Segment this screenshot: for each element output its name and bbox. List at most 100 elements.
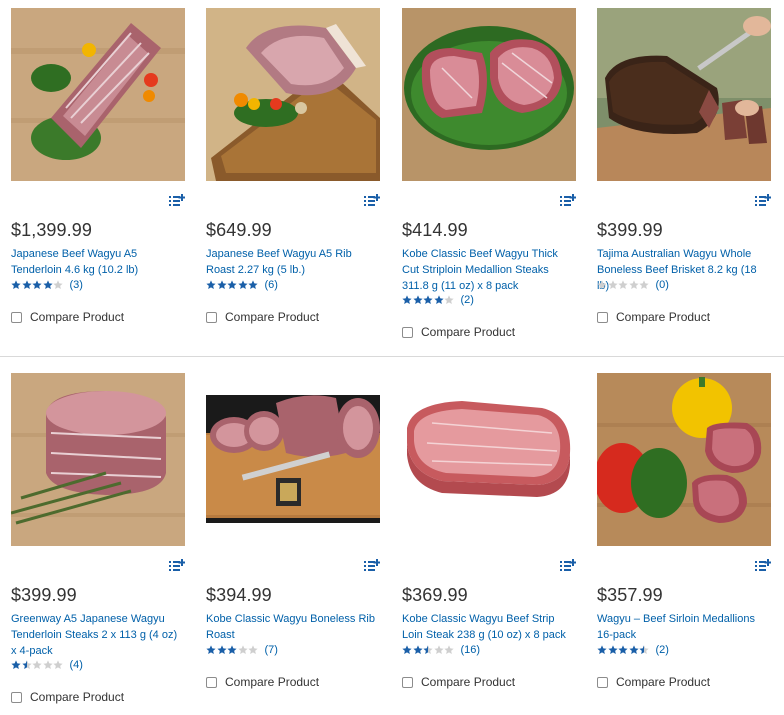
product-card: $399.99 Tajima Australian Wagyu Whole Bo… (597, 8, 772, 338)
product-image-tenderloin-steaks[interactable] (11, 373, 185, 546)
star-filled-icon (618, 645, 628, 655)
star-empty-icon (618, 280, 628, 290)
star-half-icon (423, 645, 433, 655)
product-price: $394.99 (206, 585, 272, 605)
compare-product[interactable]: Compare Product (11, 690, 124, 704)
compare-checkbox[interactable] (597, 676, 608, 688)
product-price: $1,399.99 (11, 220, 92, 240)
product-rating[interactable]: (2) (402, 294, 474, 306)
star-empty-icon (53, 280, 63, 290)
product-title[interactable]: Wagyu – Beef Sirloin Medallions 16-pack (597, 611, 771, 643)
star-empty-icon (597, 280, 607, 290)
compare-checkbox[interactable] (11, 311, 22, 323)
product-rating[interactable]: (7) (206, 644, 278, 656)
star-empty-icon (444, 295, 454, 305)
review-count[interactable]: (2) (461, 294, 474, 306)
product-image-strip-loin[interactable] (402, 373, 576, 546)
star-filled-icon (21, 280, 32, 290)
review-count[interactable]: (0) (656, 279, 669, 291)
review-count[interactable]: (2) (656, 644, 669, 656)
add-to-list-icon[interactable] (560, 194, 577, 208)
compare-product[interactable]: Compare Product (206, 675, 319, 689)
star-filled-icon (402, 645, 412, 655)
product-image-rib-roast-sliced[interactable] (206, 373, 380, 546)
review-count[interactable]: (4) (70, 659, 83, 671)
star-filled-icon (227, 645, 237, 655)
product-card: $399.99 Greenway A5 Japanese Wagyu Tende… (11, 373, 186, 713)
rating-stars (597, 645, 650, 655)
product-image-sirloin-medallions[interactable] (597, 373, 771, 546)
compare-label: Compare Product (30, 690, 125, 704)
product-image-medallions[interactable] (402, 8, 576, 181)
star-filled-icon (402, 295, 412, 305)
compare-label: Compare Product (421, 675, 516, 689)
review-count[interactable]: (6) (265, 279, 278, 291)
compare-product[interactable]: Compare Product (206, 310, 319, 324)
compare-product[interactable]: Compare Product (11, 310, 124, 324)
product-title[interactable]: Kobe Classic Wagyu Boneless Rib Roast (206, 611, 380, 643)
product-card: $1,399.99 Japanese Beef Wagyu A5 Tenderl… (11, 8, 186, 338)
rating-stars (206, 280, 259, 290)
product-title[interactable]: Kobe Classic Wagyu Beef Strip Loin Steak… (402, 611, 576, 643)
add-to-list-icon[interactable] (755, 194, 772, 208)
review-count[interactable]: (16) (461, 644, 481, 656)
product-title[interactable]: Japanese Beef Wagyu A5 Tenderloin 4.6 kg… (11, 246, 185, 278)
rating-stars (11, 660, 64, 670)
star-half-icon (21, 660, 32, 670)
product-rating[interactable]: (6) (206, 279, 278, 291)
compare-label: Compare Product (225, 675, 320, 689)
compare-label: Compare Product (421, 325, 516, 339)
product-image-tenderloin[interactable] (11, 8, 185, 181)
row-divider (0, 356, 784, 357)
compare-checkbox[interactable] (597, 311, 608, 323)
star-filled-icon (597, 645, 607, 655)
product-rating[interactable]: (4) (11, 659, 83, 671)
product-title[interactable]: Greenway A5 Japanese Wagyu Tenderloin St… (11, 611, 185, 659)
star-filled-icon (237, 280, 248, 290)
product-title[interactable]: Japanese Beef Wagyu A5 Rib Roast 2.27 kg… (206, 246, 380, 278)
star-half-icon (639, 645, 649, 655)
add-to-list-icon[interactable] (364, 559, 381, 573)
star-empty-icon (32, 660, 42, 670)
product-image-brisket[interactable] (597, 8, 771, 181)
compare-product[interactable]: Compare Product (597, 310, 710, 324)
review-count[interactable]: (7) (265, 644, 278, 656)
product-image-rib-roast[interactable] (206, 8, 380, 181)
review-count[interactable]: (3) (70, 279, 83, 291)
star-filled-icon (42, 280, 53, 290)
product-card: $414.99 Kobe Classic Beef Wagyu Thick Cu… (402, 8, 577, 348)
add-to-list-icon[interactable] (169, 194, 186, 208)
add-to-list-icon[interactable] (364, 194, 381, 208)
star-empty-icon (42, 660, 53, 670)
compare-checkbox[interactable] (402, 676, 413, 688)
rating-stars (402, 295, 455, 305)
star-filled-icon (32, 280, 42, 290)
add-to-list-icon[interactable] (755, 559, 772, 573)
product-title[interactable]: Kobe Classic Beef Wagyu Thick Cut Stripl… (402, 246, 576, 294)
product-rating[interactable]: (0) (597, 279, 669, 291)
compare-checkbox[interactable] (206, 676, 217, 688)
add-to-list-icon[interactable] (560, 559, 577, 573)
compare-product[interactable]: Compare Product (597, 675, 710, 689)
star-empty-icon (53, 660, 63, 670)
product-rating[interactable]: (3) (11, 279, 83, 291)
star-empty-icon (639, 280, 649, 290)
product-card: $357.99 Wagyu – Beef Sirloin Medallions … (597, 373, 772, 703)
compare-checkbox[interactable] (402, 326, 413, 338)
product-price: $357.99 (597, 585, 663, 605)
product-rating[interactable]: (16) (402, 644, 480, 656)
add-to-list-icon[interactable] (169, 559, 186, 573)
star-filled-icon (607, 645, 618, 655)
compare-label: Compare Product (30, 310, 125, 324)
star-filled-icon (206, 280, 216, 290)
star-filled-icon (628, 645, 639, 655)
compare-checkbox[interactable] (11, 691, 22, 703)
star-filled-icon (412, 295, 423, 305)
product-price: $414.99 (402, 220, 468, 240)
compare-checkbox[interactable] (206, 311, 217, 323)
rating-stars (206, 645, 259, 655)
product-rating[interactable]: (2) (597, 644, 669, 656)
compare-product[interactable]: Compare Product (402, 675, 515, 689)
star-empty-icon (237, 645, 248, 655)
compare-product[interactable]: Compare Product (402, 325, 515, 339)
